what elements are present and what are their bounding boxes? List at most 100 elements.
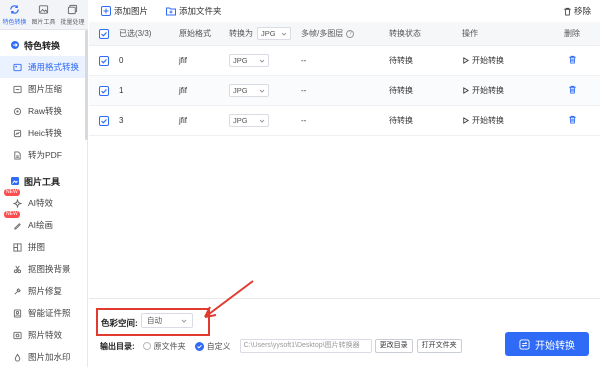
app-window: 特色转换 图片工具 批量处理 特色转换 通用格式转换 图片压缩 Raw转换 He… <box>0 0 600 367</box>
sidebar-item-label: AI特效 <box>28 198 54 208</box>
header-multi: 多帧/多图层 <box>301 29 344 38</box>
trash-icon <box>568 85 576 94</box>
rail-item-batch[interactable]: 批量处理 <box>58 0 87 30</box>
rail-item-feature-convert[interactable]: 特色转换 <box>0 0 29 30</box>
select-all-checkbox[interactable] <box>99 28 109 39</box>
add-image-button[interactable]: 添加图片 <box>101 5 148 17</box>
sidebar-item-to-pdf[interactable]: 转为PDF <box>0 144 87 166</box>
radio-checked[interactable] <box>194 341 204 351</box>
start-convert-link[interactable]: 开始转换 <box>462 85 504 96</box>
sidebar-item-label: AI绘画 <box>28 220 54 230</box>
header-selected: 已选(3/3) <box>119 29 152 38</box>
file-name: 3 <box>119 116 124 125</box>
header-status: 转换状态 <box>389 29 421 38</box>
color-space-select[interactable]: 自动 <box>141 313 193 328</box>
new-badge: NEW <box>4 211 20 218</box>
custom-folder-label: 自定义 <box>206 341 231 351</box>
new-badge: NEW <box>4 189 20 196</box>
remove-button[interactable]: 移除 <box>563 5 591 17</box>
start-convert-link[interactable]: 开始转换 <box>462 115 504 126</box>
rail-item-label: 批量处理 <box>60 20 85 26</box>
target-format-select[interactable]: JPG <box>229 114 269 127</box>
radio-unchecked[interactable] <box>142 342 151 350</box>
trash-icon <box>564 7 571 16</box>
sidebar-item-id-photo[interactable]: 智能证件照 <box>0 302 87 324</box>
delete-row-button[interactable] <box>568 55 577 66</box>
table-row: 1 jfif JPG -- 待转换 开始转换 <box>89 76 600 106</box>
trash-icon <box>568 115 576 124</box>
rail-item-image-tools[interactable]: 图片工具 <box>29 0 58 30</box>
sidebar-item-ai-paint[interactable]: NEW AI绘画 <box>0 211 87 236</box>
sidebar-item-label: 智能证件照 <box>28 308 71 318</box>
sidebar-item-compress[interactable]: 图片压缩 <box>0 78 87 100</box>
sidebar-item-raw[interactable]: Raw转换 <box>0 100 87 122</box>
header-convert-to: 转换为 <box>229 29 253 38</box>
status-text: 待转换 <box>389 86 413 95</box>
delete-row-button[interactable] <box>568 85 577 96</box>
sidebar-item-label: Heic转换 <box>28 128 63 138</box>
convert-icon <box>519 338 530 350</box>
custom-folder-option[interactable]: 自定义 <box>194 341 231 352</box>
ai-effects-icon <box>13 198 22 208</box>
sidebar-item-label: 照片特效 <box>28 330 63 340</box>
multi-value: -- <box>301 56 307 65</box>
open-folder-button[interactable]: 打开文件夹 <box>416 339 462 353</box>
settings-panel: 色彩空间: 自动 输出目录: 原文件夹 自定义 C:\Users\yysoft1… <box>89 298 600 367</box>
raw-icon <box>13 107 22 116</box>
chevron-down-icon <box>181 319 187 323</box>
change-dir-button[interactable]: 更改目录 <box>374 339 413 353</box>
table-body: 0 jfif JPG -- 待转换 开始转换 1 jfif JPG -- 待转换… <box>89 46 600 136</box>
row-checkbox[interactable] <box>99 85 109 96</box>
sidebar-item-format-convert[interactable]: 通用格式转换 <box>0 56 87 78</box>
delete-row-button[interactable] <box>568 115 577 126</box>
sidebar-item-photo-effects[interactable]: 照片特效 <box>0 324 87 346</box>
mode-rail: 特色转换 图片工具 批量处理 <box>0 0 88 30</box>
row-checkbox[interactable] <box>99 115 109 126</box>
start-convert-link[interactable]: 开始转换 <box>462 55 504 66</box>
ai-paint-icon <box>13 221 22 230</box>
add-folder-label: 添加文件夹 <box>179 6 222 16</box>
convert-all-value: JPG <box>261 29 276 38</box>
sidebar-item-label: 图片压缩 <box>28 84 63 94</box>
sidebar-item-repair[interactable]: 照片修复 <box>0 280 87 302</box>
main-panel: 添加图片 添加文件夹 移除 已选(3/3) 原始格式 转换为 JPG 多帧/多图… <box>89 0 600 367</box>
original-folder-option[interactable]: 原文件夹 <box>142 341 186 352</box>
sidebar-item-cutout[interactable]: 抠图换背景 <box>0 258 87 280</box>
start-convert-button[interactable]: 开始转换 <box>505 332 589 356</box>
nav-group-label: 图片工具 <box>24 176 61 187</box>
file-table: 已选(3/3) 原始格式 转换为 JPG 多帧/多图层 ? 转换状态 操作 删除 <box>89 22 600 136</box>
sidebar-item-heic[interactable]: Heic转换 <box>0 122 87 144</box>
rail-item-label: 图片工具 <box>31 20 56 26</box>
start-convert-label: 开始转换 <box>472 86 504 95</box>
add-folder-icon <box>166 7 177 16</box>
collage-icon <box>13 242 22 252</box>
id-photo-icon <box>13 308 22 318</box>
pdf-icon <box>13 150 22 160</box>
status-text: 待转换 <box>389 56 413 65</box>
sidebar-item-collage[interactable]: 拼图 <box>0 236 87 258</box>
multi-value: -- <box>301 86 307 95</box>
help-icon[interactable]: ? <box>346 29 355 38</box>
convert-group-icon <box>11 41 19 49</box>
play-icon <box>463 57 469 64</box>
header-delete: 删除 <box>564 29 580 38</box>
sidebar-item-label: Raw转换 <box>28 106 63 116</box>
sidebar-item-watermark[interactable]: 图片加水印 <box>0 346 87 367</box>
chevron-down-icon <box>281 32 287 36</box>
table-row: 3 jfif JPG -- 待转换 开始转换 <box>89 106 600 136</box>
add-folder-button[interactable]: 添加文件夹 <box>166 5 222 17</box>
original-folder-label: 原文件夹 <box>153 341 186 351</box>
file-format: jfif <box>179 86 187 95</box>
row-checkbox[interactable] <box>99 55 109 66</box>
output-dir-label: 输出目录: <box>100 341 135 351</box>
sidebar-item-label: 转为PDF <box>28 150 63 160</box>
convert-all-select[interactable]: JPG <box>257 27 291 40</box>
sidebar-item-label: 照片修复 <box>28 286 63 296</box>
target-format-select[interactable]: JPG <box>229 54 269 67</box>
start-convert-label: 开始转换 <box>535 340 575 352</box>
output-path-field[interactable]: C:\Users\yysoft1\Desktop\图片转换器 <box>239 339 372 353</box>
header-operation: 操作 <box>462 29 478 38</box>
sidebar-scrollbar[interactable] <box>85 30 88 140</box>
color-space-value: 自动 <box>147 316 162 325</box>
target-format-select[interactable]: JPG <box>229 84 269 97</box>
